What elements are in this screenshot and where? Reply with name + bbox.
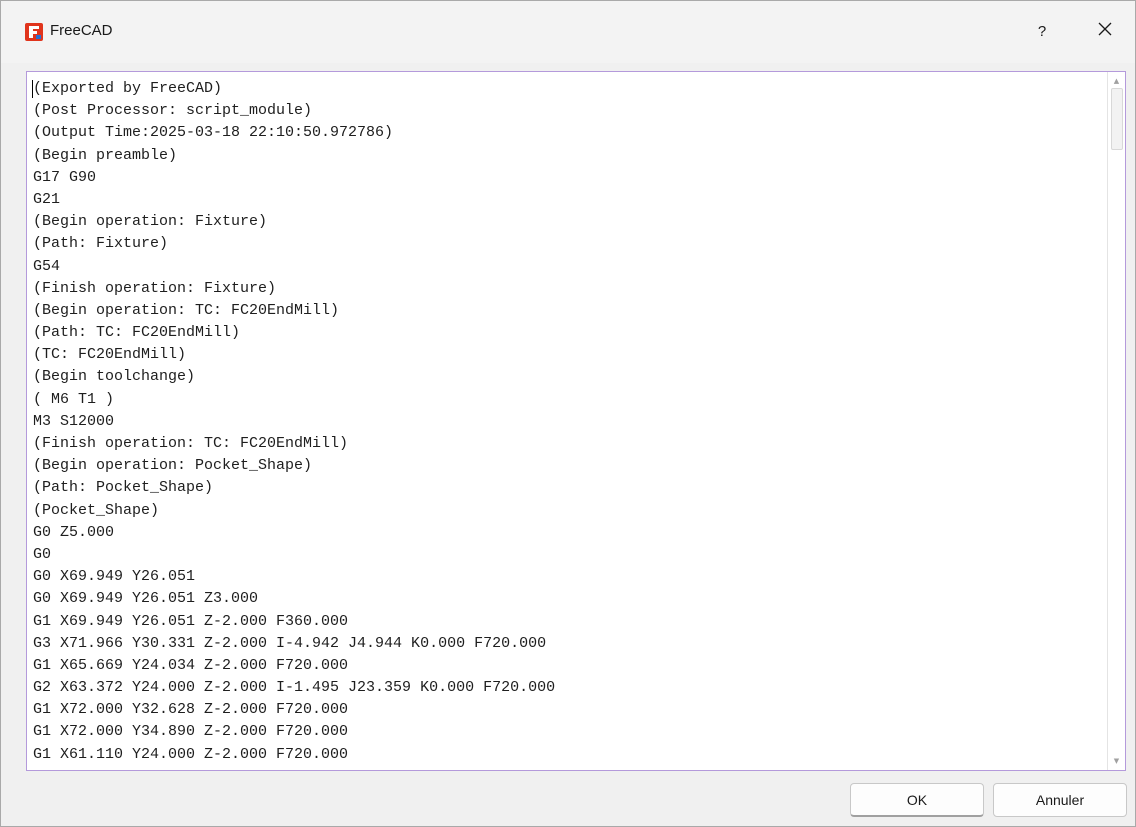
gcode-line: G54	[33, 257, 61, 275]
close-icon	[1098, 22, 1112, 41]
gcode-content: (Exported by FreeCAD) (Post Processor: sc…	[33, 78, 1103, 770]
gcode-line: G1 X72.000 Y34.890 Z-2.000 F720.000	[33, 723, 349, 741]
gcode-line: (Begin operation: TC: FC20EndMill)	[33, 301, 340, 319]
gcode-line: G1 X72.000 Y32.628 Z-2.000 F720.000	[33, 701, 349, 719]
freecad-dialog: FreeCAD ? (Exported by FreeCAD) (Post Pro…	[0, 0, 1136, 827]
gcode-line: G0 X69.949 Y26.051 Z3.000	[33, 590, 259, 608]
gcode-line: G0 Z5.000	[33, 523, 115, 541]
window-title: FreeCAD	[50, 22, 113, 39]
gcode-line: (Begin toolchange)	[33, 368, 196, 386]
gcode-line: G1 X61.110 Y24.000 Z-2.000 F720.000	[33, 745, 349, 763]
gcode-line: (Path: Fixture)	[33, 235, 169, 253]
vertical-scrollbar[interactable]: ▲ ▼	[1107, 72, 1125, 770]
title-bar: FreeCAD ?	[1, 1, 1135, 63]
gcode-line: (Path: Pocket_Shape)	[33, 479, 214, 497]
gcode-line: (Begin operation: Pocket_Shape)	[33, 457, 313, 475]
gcode-text-editor[interactable]: (Exported by FreeCAD) (Post Processor: sc…	[26, 71, 1126, 771]
gcode-line: ( M6 T1 )	[33, 390, 115, 408]
close-button[interactable]	[1087, 15, 1123, 47]
cancel-button[interactable]: Annuler	[993, 783, 1127, 817]
scroll-thumb[interactable]	[1111, 88, 1123, 150]
gcode-line: (Pocket_Shape)	[33, 501, 160, 519]
gcode-line: G3 X71.966 Y30.331 Z-2.000 I-4.942 J4.94…	[33, 634, 547, 652]
gcode-line: G21	[33, 190, 61, 208]
scroll-down-arrow-icon[interactable]: ▼	[1108, 754, 1125, 768]
gcode-line: (Post Processor: script_module)	[33, 102, 313, 120]
gcode-line: G1 X65.669 Y24.034 Z-2.000 F720.000	[33, 656, 349, 674]
gcode-line: (TC: FC20EndMill)	[33, 346, 187, 364]
gcode-line: (Output Time:2025-03-18 22:10:50.972786)	[33, 124, 394, 142]
gcode-line: G0 X69.949 Y26.051	[33, 568, 196, 586]
gcode-line: G0	[33, 545, 52, 563]
gcode-line: (Path: TC: FC20EndMill)	[33, 324, 241, 342]
scroll-up-arrow-icon[interactable]: ▲	[1108, 74, 1125, 88]
gcode-line: (Exported by FreeCAD)	[33, 80, 223, 97]
text-caret	[32, 80, 33, 98]
ok-button[interactable]: OK	[850, 783, 984, 817]
gcode-line: (Finish operation: TC: FC20EndMill)	[33, 435, 349, 452]
gcode-line: (Begin preamble)	[33, 146, 178, 164]
gcode-line: G1 X69.949 Y26.051 Z-2.000 F360.000	[33, 612, 349, 630]
gcode-line: G1 X58.847 Y24.000 Z-2.000 F720.000	[33, 766, 1103, 770]
gcode-line: (Begin operation: Fixture)	[33, 213, 268, 231]
freecad-logo-icon	[25, 23, 43, 41]
help-button[interactable]: ?	[1025, 15, 1059, 47]
gcode-line: M3 S12000	[33, 412, 115, 430]
gcode-line: (Finish operation: Fixture)	[33, 279, 277, 297]
gcode-line: G17 G90	[33, 168, 97, 186]
gcode-line: G2 X63.372 Y24.000 Z-2.000 I-1.495 J23.3…	[33, 679, 556, 697]
